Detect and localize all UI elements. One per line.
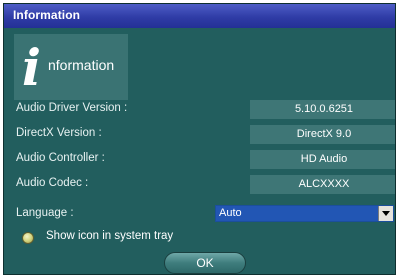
language-select[interactable]: Auto	[215, 205, 394, 222]
directx-version-value: DirectX 9.0	[250, 125, 395, 144]
language-selected-value[interactable]: Auto	[216, 206, 380, 221]
system-tray-label[interactable]: Show icon in system tray	[46, 230, 173, 242]
title-bar[interactable]: Information	[4, 4, 395, 28]
logo-text: nformation	[48, 57, 115, 73]
audio-controller-value: HD Audio	[250, 150, 395, 169]
audio-controller-label: Audio Controller :	[16, 152, 105, 164]
language-label: Language :	[16, 207, 74, 219]
audio-codec-value: ALCXXXX	[250, 175, 395, 194]
information-dialog: Information i nformation Audio Driver Ve…	[3, 3, 396, 275]
audio-driver-version-label: Audio Driver Version :	[16, 102, 128, 114]
audio-codec-label: Audio Codec :	[16, 177, 89, 189]
chevron-down-icon[interactable]	[378, 206, 393, 221]
information-logo: i nformation	[14, 34, 128, 100]
info-icon: i	[22, 38, 41, 97]
directx-version-label: DirectX Version :	[16, 127, 102, 139]
ok-button[interactable]: OK	[164, 252, 246, 274]
audio-driver-version-value: 5.10.0.6251	[250, 100, 395, 119]
system-tray-radio[interactable]	[22, 232, 34, 244]
window-title: Information	[13, 8, 81, 22]
